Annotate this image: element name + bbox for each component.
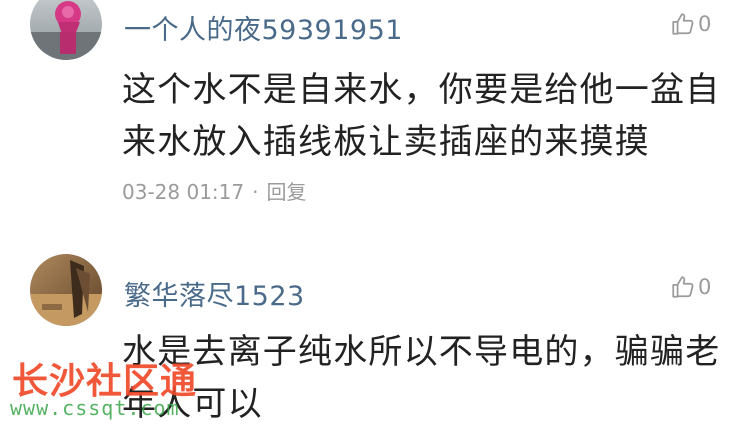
comment-line: 这个水不是自来水，你要是给他一盆自 <box>122 70 721 110</box>
like-count: 0 <box>698 275 712 299</box>
comment-line: 来水放入插线板让卖插座的来摸摸 <box>122 122 650 162</box>
watermark-url: www.cssqt.com <box>10 396 180 420</box>
like-count: 0 <box>698 12 712 36</box>
thumbs-up-icon <box>672 13 694 35</box>
avatar[interactable] <box>30 0 102 60</box>
like-button[interactable]: 0 <box>670 11 711 37</box>
comment-meta: 03-28 01:17 · 回复 <box>122 176 306 205</box>
username[interactable]: 一个人的夜59391951 <box>124 8 403 47</box>
like-button[interactable]: 0 <box>670 274 711 300</box>
watermark: 长沙社区通 www.cssqt.com <box>8 352 248 424</box>
comment-1: 一个人的夜59391951 0 这个水不是自来水，你要是给他一盆自 来水放入插线… <box>0 0 750 230</box>
timestamp: 03-28 01:17 <box>122 180 245 204</box>
reply-button[interactable]: 回复 <box>266 180 306 204</box>
separator: · <box>252 180 259 204</box>
username[interactable]: 繁华落尽1523 <box>124 274 305 313</box>
avatar[interactable] <box>30 254 102 326</box>
comment-text: 这个水不是自来水，你要是给他一盆自 来水放入插线板让卖插座的来摸摸 <box>122 64 720 168</box>
thumbs-up-icon <box>672 276 694 298</box>
